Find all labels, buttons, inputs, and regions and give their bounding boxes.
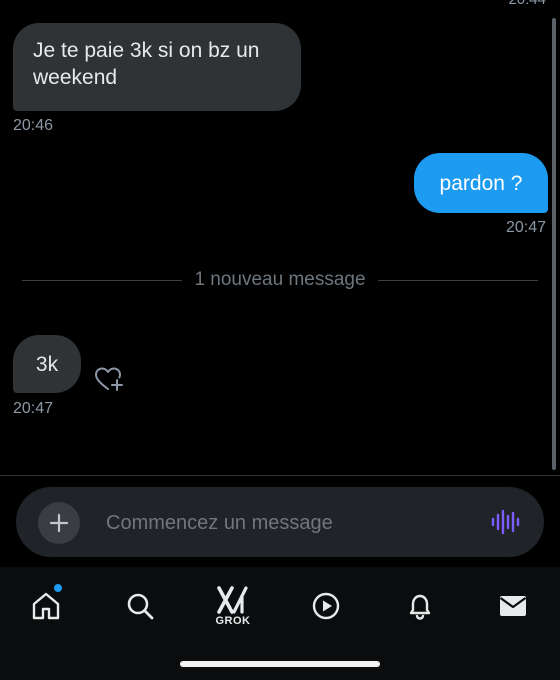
home-indicator[interactable]	[180, 661, 380, 667]
dm-conversation-screen: 20:44 Je te paie 3k si on bz un weekend …	[0, 0, 560, 680]
clipped-timestamp: 20:44	[508, 0, 546, 8]
tab-notifications[interactable]	[390, 580, 450, 632]
home-icon	[32, 592, 60, 620]
divider-line	[377, 279, 538, 281]
new-messages-divider: 1 nouveau message	[22, 268, 538, 292]
divider-line	[22, 279, 183, 281]
tab-grok[interactable]: GROK	[203, 580, 263, 632]
grok-tab-content: GROK	[215, 585, 251, 627]
message-timestamp: 20:46	[13, 117, 54, 134]
message-input[interactable]	[106, 509, 446, 537]
new-messages-label: 1 nouveau message	[194, 269, 366, 290]
play-icon	[312, 592, 340, 620]
add-attachment-button[interactable]	[38, 502, 80, 544]
tab-search[interactable]	[110, 580, 170, 632]
grok-label: GROK	[215, 614, 251, 627]
search-icon	[127, 593, 154, 620]
scrollbar[interactable]	[552, 18, 556, 470]
message-composer	[16, 487, 544, 557]
grok-icon	[217, 585, 248, 614]
message-timestamp: 20:47	[13, 400, 54, 417]
outgoing-message-bubble[interactable]: pardon ?	[414, 153, 548, 213]
tab-video[interactable]	[296, 580, 356, 632]
message-timestamp: 20:47	[505, 219, 546, 236]
composer-separator	[0, 475, 560, 476]
envelope-icon	[499, 596, 527, 616]
tab-messages[interactable]	[483, 580, 543, 632]
notification-dot	[54, 584, 62, 592]
bottom-tab-bar: GROK	[0, 567, 560, 680]
bell-icon	[409, 594, 431, 620]
voice-waveform-icon[interactable]	[490, 509, 520, 535]
tab-home[interactable]	[16, 580, 76, 632]
incoming-message-bubble[interactable]: 3k	[13, 335, 81, 393]
incoming-message-bubble[interactable]: Je te paie 3k si on bz un weekend	[13, 23, 301, 111]
heart-plus-icon[interactable]	[94, 366, 124, 392]
plus-icon	[49, 513, 69, 533]
